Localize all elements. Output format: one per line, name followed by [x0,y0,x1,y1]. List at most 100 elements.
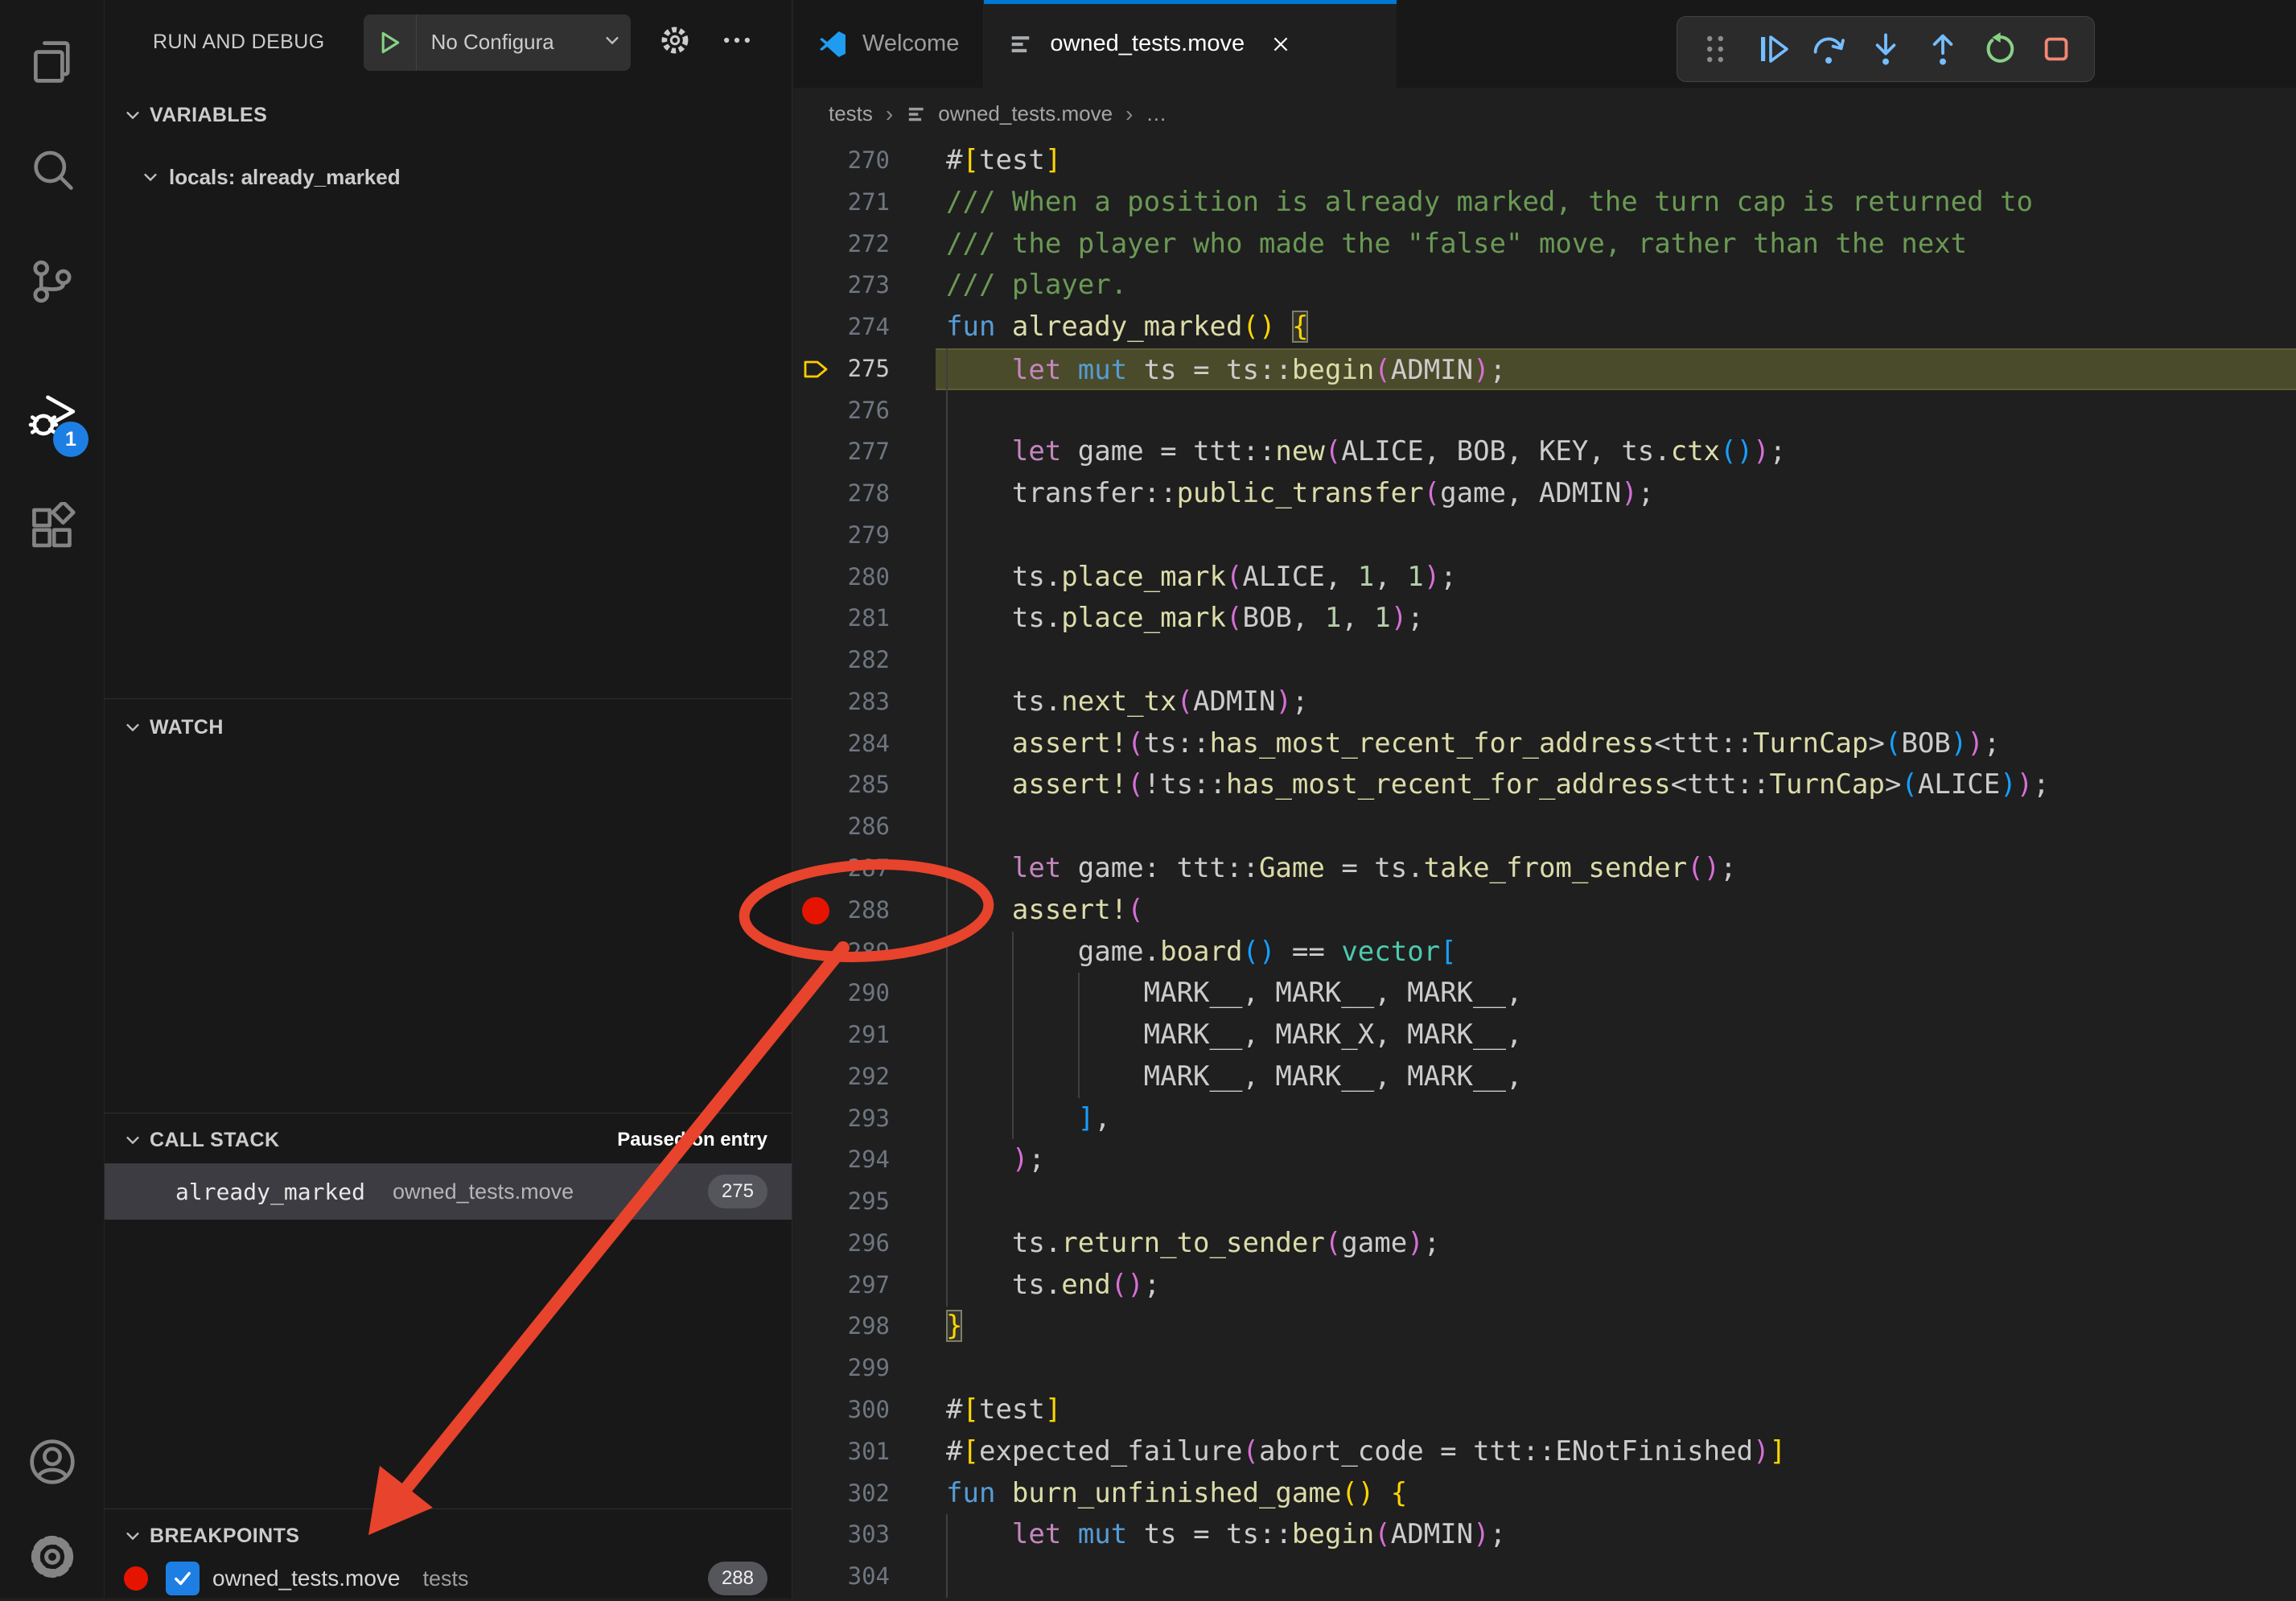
step-over-icon[interactable] [1805,26,1852,72]
extensions-icon[interactable] [0,484,105,573]
search-icon[interactable] [0,127,105,216]
code-line[interactable]: 296 ts.return_to_sender(game); [793,1223,2296,1265]
code-line[interactable]: 279 [793,515,2296,557]
gutter-glyph-margin[interactable] [793,890,837,932]
call-stack-header[interactable]: CALL STACK Paused on entry [105,1120,792,1160]
step-out-icon[interactable] [1920,26,1966,72]
code-line[interactable]: 291 MARK__, MARK_X, MARK__, [793,1015,2296,1056]
stop-icon[interactable] [2033,26,2080,72]
code-line[interactable]: 274fun already_marked() { [793,307,2296,348]
code-line[interactable]: 283 ts.next_tx(ADMIN); [793,681,2296,723]
step-into-icon[interactable] [1862,26,1909,72]
gutter-glyph-margin[interactable] [793,1181,837,1223]
breakpoint-checkbox[interactable] [166,1562,200,1595]
gutter-glyph-margin[interactable] [793,848,837,890]
gutter-glyph-margin[interactable] [793,806,837,848]
continue-icon[interactable] [1749,26,1796,72]
gutter-glyph-margin[interactable] [793,1306,837,1348]
code-line[interactable]: 273/// player. [793,265,2296,307]
variables-scope-row[interactable]: locals: already_marked [105,156,792,198]
variables-header[interactable]: VARIABLES [105,95,792,135]
tab-owned-tests[interactable]: owned_tests.move [984,0,1397,88]
account-icon[interactable] [0,1418,105,1506]
code-line[interactable]: 278 transfer::public_transfer(game, ADMI… [793,473,2296,515]
code-line[interactable]: 302fun burn_unfinished_game() { [793,1473,2296,1515]
code-line[interactable]: 287 let game: ttt::Game = ts.take_from_s… [793,848,2296,890]
gutter-glyph-margin[interactable] [793,681,837,723]
breakpoint-dot-icon[interactable] [802,897,829,924]
code-line[interactable]: 285 assert!(!ts::has_most_recent_for_add… [793,764,2296,806]
start-debug-icon[interactable] [364,14,417,71]
code-line[interactable]: 275 let mut ts = ts::begin(ADMIN); [793,348,2296,390]
explorer-icon[interactable] [0,18,105,106]
code-line[interactable]: 290 MARK__, MARK__, MARK__, [793,973,2296,1015]
code-line[interactable]: 298} [793,1306,2296,1348]
code-editor[interactable]: 270#[test]271/// When a position is alre… [793,140,2296,1598]
code-line[interactable]: 295 [793,1181,2296,1223]
debug-config-dropdown[interactable]: No Configura [364,14,631,71]
gutter-glyph-margin[interactable] [793,224,837,265]
code-line[interactable]: 280 ts.place_mark(ALICE, 1, 1); [793,557,2296,599]
gutter-glyph-margin[interactable] [793,473,837,515]
tab-welcome[interactable]: Welcome [793,0,984,88]
code-line[interactable]: 289 game.board() == vector[ [793,932,2296,973]
code-line[interactable]: 297 ts.end(); [793,1265,2296,1307]
gutter-glyph-margin[interactable] [793,390,837,432]
code-line[interactable]: 303 let mut ts = ts::begin(ADMIN); [793,1514,2296,1556]
code-line[interactable]: 286 [793,806,2296,848]
code-line[interactable]: 292 MARK__, MARK__, MARK__, [793,1056,2296,1098]
gutter-glyph-margin[interactable] [793,265,837,307]
code-line[interactable]: 300#[test] [793,1389,2296,1431]
gutter-glyph-margin[interactable] [793,932,837,973]
gutter-glyph-margin[interactable] [793,1348,837,1389]
breakpoints-header[interactable]: BREAKPOINTS [105,1516,792,1556]
breadcrumb-more[interactable]: … [1146,101,1167,126]
gutter-glyph-margin[interactable] [793,1098,837,1140]
gutter-glyph-margin[interactable] [793,182,837,224]
gutter-glyph-margin[interactable] [793,431,837,473]
code-line[interactable]: 301#[expected_failure(abort_code = ttt::… [793,1431,2296,1473]
gutter-glyph-margin[interactable] [793,764,837,806]
close-icon[interactable] [1267,31,1294,58]
gutter-glyph-margin[interactable] [793,1514,837,1556]
breakpoint-row[interactable]: owned_tests.move tests 288 [105,1558,792,1599]
code-line[interactable]: 294 ); [793,1139,2296,1181]
gutter-glyph-margin[interactable] [793,640,837,681]
run-and-debug-icon[interactable]: 1 [0,372,105,460]
gutter-glyph-margin[interactable] [793,1556,837,1598]
gutter-glyph-margin[interactable] [793,515,837,557]
code-line[interactable]: 304 [793,1556,2296,1598]
gutter-glyph-margin[interactable] [793,1265,837,1307]
gutter-glyph-margin[interactable] [793,1389,837,1431]
gutter-glyph-margin[interactable] [793,723,837,765]
gutter-glyph-margin[interactable] [793,307,837,348]
more-actions-icon[interactable] [719,23,755,62]
debug-settings-gear-icon[interactable] [658,23,692,61]
breadcrumb-folder[interactable]: tests [829,101,873,126]
stack-frame-row[interactable]: already_marked owned_tests.move 275 [105,1163,792,1220]
code-line[interactable]: 276 [793,390,2296,432]
source-control-icon[interactable] [0,237,105,326]
gutter-glyph-margin[interactable] [793,557,837,599]
gutter-glyph-margin[interactable] [793,1223,837,1265]
gutter-glyph-margin[interactable] [793,1015,837,1056]
gutter-glyph-margin[interactable] [793,598,837,640]
gutter-glyph-margin[interactable] [793,348,837,390]
code-line[interactable]: 281 ts.place_mark(BOB, 1, 1); [793,598,2296,640]
settings-gear-icon[interactable] [0,1513,105,1601]
breadcrumb-file[interactable]: owned_tests.move [938,101,1113,126]
code-line[interactable]: 282 [793,640,2296,681]
toolbar-drag-handle[interactable] [1692,26,1738,72]
code-line[interactable]: 270#[test] [793,140,2296,182]
code-line[interactable]: 299 [793,1348,2296,1389]
code-line[interactable]: 277 let game = ttt::new(ALICE, BOB, KEY,… [793,431,2296,473]
code-line[interactable]: 288 assert!( [793,890,2296,932]
gutter-glyph-margin[interactable] [793,1139,837,1181]
gutter-glyph-margin[interactable] [793,973,837,1015]
code-line[interactable]: 271/// When a position is already marked… [793,182,2296,224]
code-line[interactable]: 272/// the player who made the "false" m… [793,224,2296,265]
code-line[interactable]: 284 assert!(ts::has_most_recent_for_addr… [793,723,2296,765]
gutter-glyph-margin[interactable] [793,1056,837,1098]
gutter-glyph-margin[interactable] [793,1431,837,1473]
code-line[interactable]: 293 ], [793,1098,2296,1140]
